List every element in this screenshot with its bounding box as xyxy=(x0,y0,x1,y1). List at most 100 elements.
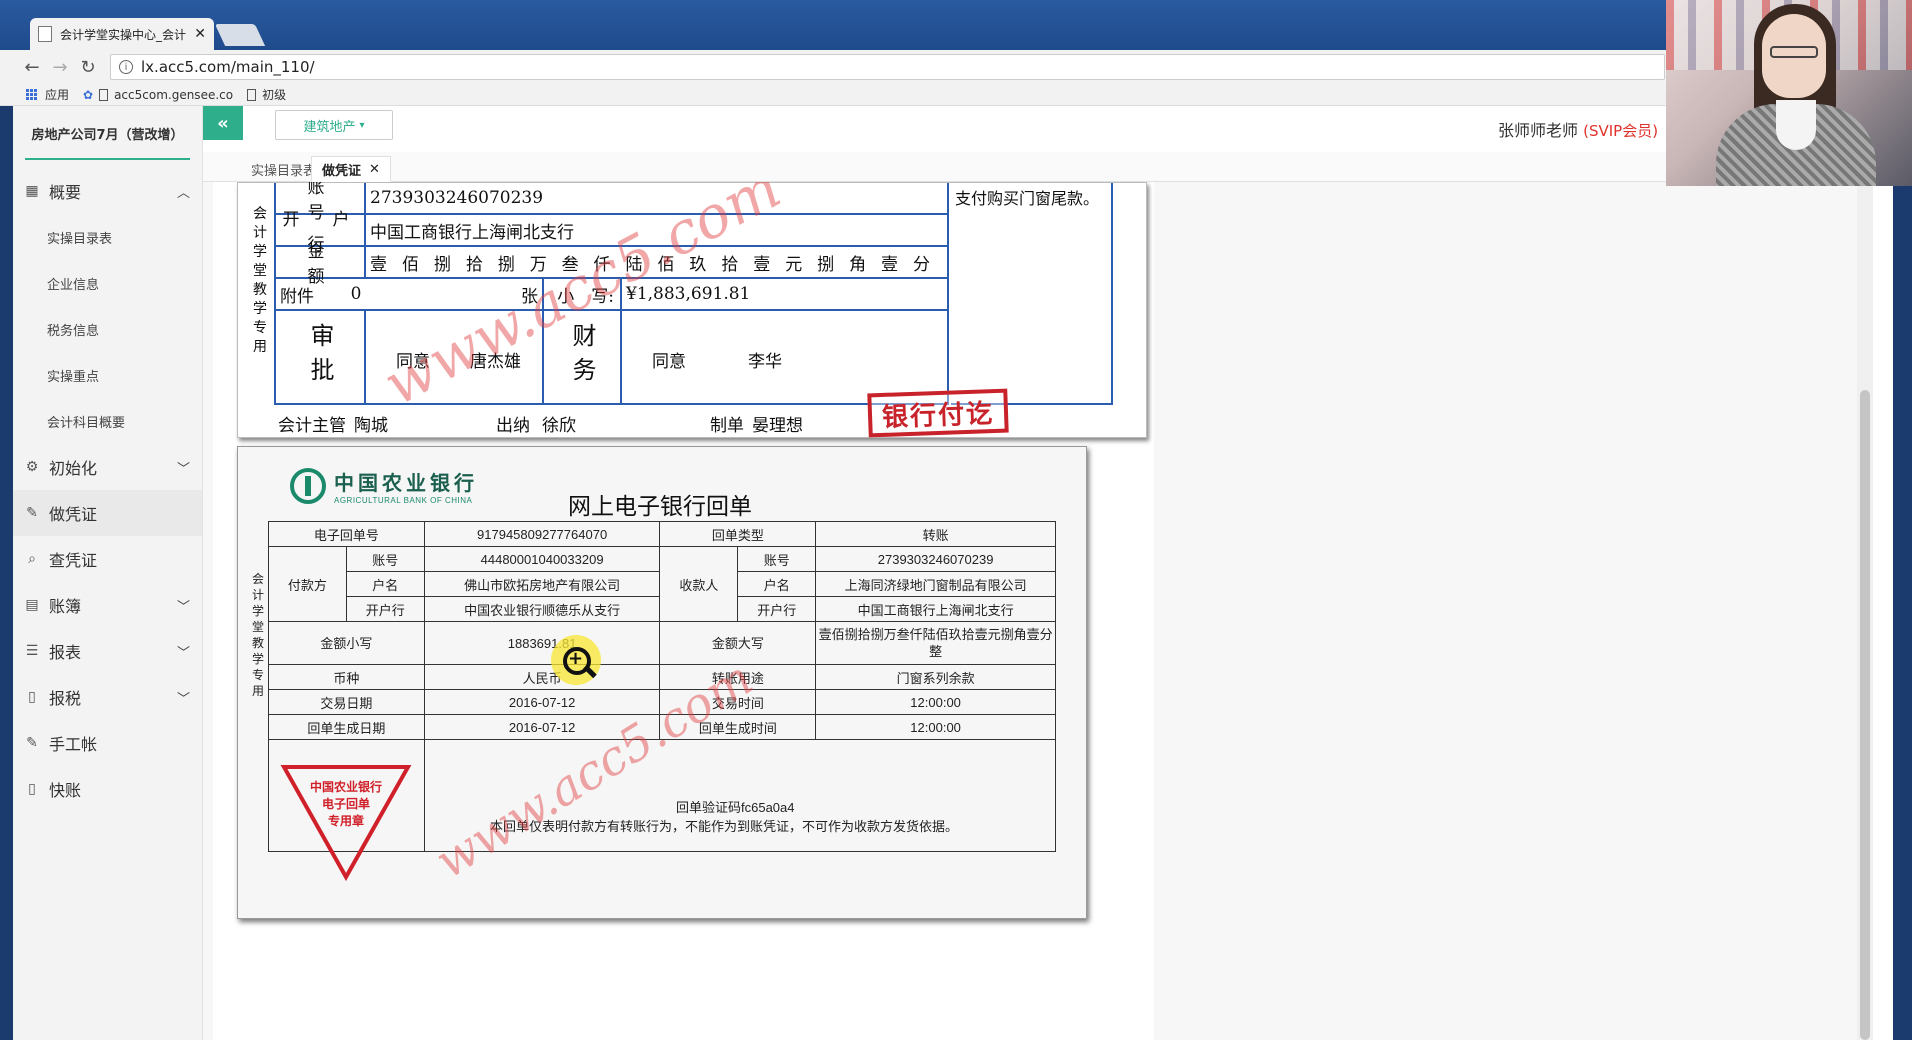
currency: 人民币 xyxy=(423,664,661,690)
amount-char: 捌 xyxy=(497,254,515,275)
verify-code: 回单验证码fc65a0a4 xyxy=(676,800,795,815)
account-value: 2739303246070239 xyxy=(370,188,544,208)
address-bar[interactable]: i lx.acc5.com/main_110/ xyxy=(110,54,1665,80)
close-tab-icon[interactable]: ✕ xyxy=(194,26,206,42)
amount-char: 角 xyxy=(849,254,867,275)
bank-name-en: AGRICULTURAL BANK OF CHINA xyxy=(334,496,473,505)
close-tab-icon[interactable]: ✕ xyxy=(369,162,380,177)
sidebar-item-search-voucher[interactable]: ⌕ 查凭证 xyxy=(13,536,202,582)
payment-voucher: 会计学堂教学专用 账 号 2739303246070239 开 户 行 中国工商… xyxy=(237,182,1147,438)
tab-make-voucher[interactable]: 做凭证 ✕ xyxy=(311,156,391,182)
amount-char: 玖 xyxy=(689,254,707,275)
amount-char: 分 xyxy=(912,254,930,275)
info-icon[interactable]: i xyxy=(119,60,133,74)
finance-label: 财务 xyxy=(544,311,622,403)
bookmark-apps[interactable]: 应用 xyxy=(26,86,69,103)
sidebar-item-quick-book[interactable]: ▯ 快账 xyxy=(13,766,202,812)
gen-date-label: 回单生成日期 xyxy=(268,714,425,740)
document-panel: 会计学堂教学专用 账 号 2739303246070239 开 户 行 中国工商… xyxy=(213,182,1154,1040)
finance-cell: 同意 李华 xyxy=(622,311,947,403)
receipt-type: 转账 xyxy=(815,521,1056,547)
bookmark-gensee[interactable]: ✿ acc5com.gensee.co xyxy=(83,88,233,102)
sidebar-item-reports[interactable]: ☰ 报表 ﹀ xyxy=(13,628,202,674)
sidebar-item-label: 概要 xyxy=(49,183,82,202)
sidebar-subitem-accounts[interactable]: 会计科目概要 xyxy=(13,398,202,444)
amount-char: 佰 xyxy=(657,254,675,275)
sidebar-subitem-tax-info[interactable]: 税务信息 xyxy=(13,306,202,352)
table-row: 电子回单号 917945809277764070 回单类型 转账 xyxy=(268,521,1056,547)
search-icon: ⌕ xyxy=(28,551,36,567)
amount-small-label: 金额小写 xyxy=(268,621,425,665)
sidebar-item-manual-book[interactable]: ✎ 手工帐 xyxy=(13,720,202,766)
chevron-down-icon: ﹀ xyxy=(176,692,190,707)
browser-tab[interactable]: 会计学堂实操中心_会计 ✕ xyxy=(30,18,214,50)
seal-line: 中国农业银行 xyxy=(309,780,382,794)
module-dropdown[interactable]: 建筑地产 ▾ xyxy=(275,110,393,140)
amount-big: 壹佰捌拾捌万叁仟陆佰玖拾壹元捌角壹分整 xyxy=(815,621,1056,665)
browser-tab-title: 会计学堂实操中心_会计 xyxy=(60,27,187,42)
sidebar-subitem-catalog[interactable]: 实操目录表 xyxy=(13,214,202,260)
report-icon: ☰ xyxy=(25,643,39,659)
finance-person: 李华 xyxy=(748,352,782,372)
small-amount-label: 小 写: xyxy=(544,279,622,309)
seal-line: 专用章 xyxy=(327,814,364,828)
forward-arrow-icon[interactable]: → xyxy=(46,53,74,81)
back-arrow-icon[interactable]: ← xyxy=(18,53,46,81)
finance-label-text: 财务 xyxy=(568,323,596,391)
chevron-down-icon: ﹀ xyxy=(176,462,190,477)
amount-char: 叁 xyxy=(561,254,579,275)
book-icon: ▤ xyxy=(25,597,39,613)
abc-emblem-icon xyxy=(290,468,326,504)
approve-opinion: 同意 xyxy=(396,352,430,372)
purpose-label: 转账用途 xyxy=(659,664,817,690)
amount-char: 捌 xyxy=(433,254,451,275)
gen-time-label: 回单生成时间 xyxy=(659,714,817,740)
sidebar-item-make-voucher[interactable]: ✎ 做凭证 xyxy=(13,490,202,536)
gear-icon: ⚙ xyxy=(25,459,39,475)
gen-time: 12:00:00 xyxy=(815,714,1056,740)
attach-count: 0 xyxy=(350,284,362,304)
app-window: 房地产公司7月（营改增） ▦ 概要 ︿ 实操目录表 企业信息 税务信息 实操重点… xyxy=(13,106,1893,1040)
new-tab-button[interactable] xyxy=(214,24,266,46)
amount-char: 元 xyxy=(785,254,803,275)
trade-time: 12:00:00 xyxy=(815,689,1056,715)
scrollbar-thumb[interactable] xyxy=(1860,390,1870,1040)
payee-name: 上海同济绿地门窗制品有限公司 xyxy=(815,571,1056,597)
pen-icon: ✎ xyxy=(26,505,38,521)
sidebar-item-overview[interactable]: ▦ 概要 ︿ xyxy=(13,168,202,214)
sidebar-item-label: 报表 xyxy=(49,643,82,662)
amount-char: 壹 xyxy=(881,254,898,275)
amount-char: 佰 xyxy=(401,254,419,275)
chevron-down-icon: ▾ xyxy=(359,119,365,131)
sidebar-subitem-key-points[interactable]: 实操重点 xyxy=(13,352,202,398)
amount-char: 仟 xyxy=(593,254,611,275)
amount-small: 1883691.81 xyxy=(423,621,661,665)
amount-char: 壹 xyxy=(753,254,771,275)
supervisor-label: 会计主管 xyxy=(278,416,346,436)
payee-name-label: 户名 xyxy=(737,571,817,597)
collapse-sidebar-button[interactable]: « xyxy=(203,106,243,140)
currency-label: 币种 xyxy=(268,664,425,690)
maker-label: 制单 xyxy=(710,416,744,436)
sidebar-item-init[interactable]: ⚙ 初始化 ﹀ xyxy=(13,444,202,490)
chevron-down-icon: ﹀ xyxy=(176,600,190,615)
vertical-scrollbar[interactable] xyxy=(1857,182,1873,1040)
sidebar-subitem-company-info[interactable]: 企业信息 xyxy=(13,260,202,306)
file-icon: ▯ xyxy=(28,689,36,705)
table-row: 付款方 账号 44480001040033209 收款人 账号 27393032… xyxy=(268,546,1056,622)
attach-label: 附件 xyxy=(280,286,314,307)
sidebar-item-tax-filing[interactable]: ▯ 报税 ﹀ xyxy=(13,674,202,720)
payer-label: 付款方 xyxy=(268,546,347,622)
sidebar: 房地产公司7月（营改增） ▦ 概要 ︿ 实操目录表 企业信息 税务信息 实操重点… xyxy=(13,106,203,1040)
pen-icon: ✎ xyxy=(26,735,38,751)
abc-e-receipt-seal: 中国农业银行 电子回单 专用章 xyxy=(280,763,412,883)
table-row: 交易日期 2016-07-12 交易时间 12:00:00 xyxy=(268,689,1056,715)
reload-icon[interactable]: ↻ xyxy=(74,53,102,81)
approve-label-text: 审批 xyxy=(306,323,334,391)
bookmark-chuji[interactable]: 初级 xyxy=(247,86,286,103)
amount-char: 万 xyxy=(529,254,547,275)
sidebar-item-ledger[interactable]: ▤ 账簿 ﹀ xyxy=(13,582,202,628)
sidebar-item-label: 手工帐 xyxy=(49,735,98,754)
bank-receipt: 中国农业银行 AGRICULTURAL BANK OF CHINA 网上电子银行… xyxy=(237,446,1087,919)
dashboard-icon: ▦ xyxy=(25,183,39,199)
